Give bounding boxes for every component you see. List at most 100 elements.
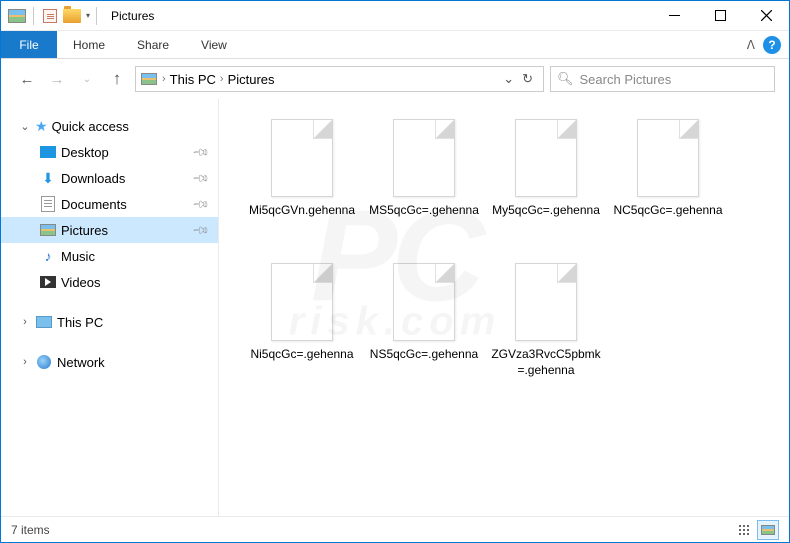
file-item[interactable]: Ni5qcGc=.gehenna: [241, 259, 363, 395]
window-title: Pictures: [101, 9, 154, 23]
file-thumb-icon: [515, 263, 577, 341]
file-name: My5qcGc=.gehenna: [487, 203, 605, 219]
view-toggles: [733, 520, 779, 540]
up-button[interactable]: ↑: [105, 67, 129, 91]
videos-icon: [39, 274, 57, 290]
sidebar-item-label: Desktop: [61, 145, 109, 160]
status-bar: 7 items: [1, 516, 789, 542]
address-dropdown-icon[interactable]: ⌄: [503, 71, 514, 87]
large-icons-view-button[interactable]: [757, 520, 779, 540]
sidebar-item-videos[interactable]: Videos: [1, 269, 218, 295]
close-button[interactable]: [743, 1, 789, 31]
sidebar-item-label: Pictures: [61, 223, 108, 238]
back-button[interactable]: ←: [15, 67, 39, 91]
navbar: ← → ⌄ ↑ › This PC › Pictures ⌄ ↻ 🔍︎ Sear…: [1, 59, 789, 99]
minimize-button[interactable]: [651, 1, 697, 31]
address-bar[interactable]: › This PC › Pictures ⌄ ↻: [135, 66, 544, 92]
file-item[interactable]: NS5qcGc=.gehenna: [363, 259, 485, 395]
tree-label: This PC: [57, 315, 103, 330]
network-node[interactable]: › Network: [1, 349, 218, 375]
breadcrumb-label: Pictures: [228, 72, 275, 87]
chevron-right-icon[interactable]: ›: [220, 73, 224, 85]
file-name: NC5qcGc=.gehenna: [609, 203, 727, 219]
pin-icon: 📌︎: [191, 220, 210, 239]
collapse-icon[interactable]: ⌄: [19, 120, 31, 133]
quick-access-toolbar: ▾: [1, 6, 101, 26]
expand-icon[interactable]: ›: [19, 316, 31, 328]
pc-icon: [35, 314, 53, 330]
titlebar: ▾ Pictures: [1, 1, 789, 31]
sidebar-item-documents[interactable]: Documents 📌︎: [1, 191, 218, 217]
file-item[interactable]: NC5qcGc=.gehenna: [607, 115, 729, 251]
properties-icon[interactable]: [40, 6, 60, 26]
sidebar-item-music[interactable]: ♪ Music: [1, 243, 218, 269]
file-name: ZGVza3RvcC5pbmk=.gehenna: [487, 347, 605, 378]
separator: [96, 7, 97, 25]
tab-home[interactable]: Home: [57, 31, 121, 58]
file-name: NS5qcGc=.gehenna: [365, 347, 483, 363]
music-icon: ♪: [39, 248, 57, 264]
window-controls: [651, 1, 789, 31]
this-pc-node[interactable]: › This PC: [1, 309, 218, 335]
details-view-button[interactable]: [733, 520, 755, 540]
app-icon: [7, 6, 27, 26]
pin-icon: 📌︎: [191, 168, 210, 187]
breadcrumb-item[interactable]: This PC: [170, 72, 216, 87]
nav-pane: ⌄ ★ Quick access Desktop📌︎⬇Downloads📌︎Do…: [1, 99, 219, 518]
tab-share[interactable]: Share: [121, 31, 185, 58]
item-count: 7 items: [11, 523, 50, 537]
ribbon: File Home Share View ᐱ ?: [1, 31, 789, 59]
file-thumb-icon: [637, 119, 699, 197]
sidebar-item-label: Music: [61, 249, 95, 264]
tab-view[interactable]: View: [185, 31, 243, 58]
sidebar-item-downloads[interactable]: ⬇ Downloads 📌︎: [1, 165, 218, 191]
breadcrumb-item[interactable]: Pictures: [228, 72, 275, 87]
separator: [33, 7, 34, 25]
file-pane[interactable]: Mi5qcGVn.gehennaMS5qcGc=.gehennaMy5qcGc=…: [219, 99, 789, 518]
quick-access-node[interactable]: ⌄ ★ Quick access: [1, 113, 218, 139]
tree-label: Network: [57, 355, 105, 370]
sidebar-item-label: Downloads: [61, 171, 125, 186]
chevron-right-icon[interactable]: ›: [162, 73, 166, 85]
search-placeholder: Search Pictures: [580, 72, 672, 87]
forward-button[interactable]: →: [45, 67, 69, 91]
maximize-button[interactable]: [697, 1, 743, 31]
content-area: ⌄ ★ Quick access Desktop📌︎⬇Downloads📌︎Do…: [1, 99, 789, 518]
pin-icon: 📌︎: [191, 142, 210, 161]
collapse-ribbon-icon[interactable]: ᐱ: [747, 38, 755, 52]
location-icon: [140, 71, 158, 87]
file-item[interactable]: ZGVza3RvcC5pbmk=.gehenna: [485, 259, 607, 395]
file-thumb-icon: [515, 119, 577, 197]
recent-dropdown-icon[interactable]: ⌄: [75, 67, 99, 91]
file-thumb-icon: [393, 119, 455, 197]
file-item[interactable]: MS5qcGc=.gehenna: [363, 115, 485, 251]
pictures-icon: [39, 222, 57, 238]
file-name: Ni5qcGc=.gehenna: [243, 347, 361, 363]
sidebar-item-pictures[interactable]: Pictures 📌︎: [1, 217, 218, 243]
expand-icon[interactable]: ›: [19, 356, 31, 368]
sidebar-item-label: Documents: [61, 197, 127, 212]
file-thumb-icon: [271, 119, 333, 197]
search-icon: 🔍︎: [557, 71, 574, 87]
file-name: MS5qcGc=.gehenna: [365, 203, 483, 219]
new-folder-icon[interactable]: [62, 6, 82, 26]
file-thumb-icon: [393, 263, 455, 341]
desktop-icon: [39, 144, 57, 160]
file-name: Mi5qcGVn.gehenna: [243, 203, 361, 219]
file-item[interactable]: My5qcGc=.gehenna: [485, 115, 607, 251]
downloads-icon: ⬇: [39, 170, 57, 186]
file-item[interactable]: Mi5qcGVn.gehenna: [241, 115, 363, 251]
star-icon: ★: [35, 118, 48, 135]
breadcrumb-label: This PC: [170, 72, 216, 87]
documents-icon: [39, 196, 57, 212]
sidebar-item-desktop[interactable]: Desktop 📌︎: [1, 139, 218, 165]
pin-icon: 📌︎: [191, 194, 210, 213]
qat-dropdown-icon[interactable]: ▾: [86, 11, 90, 20]
network-icon: [35, 354, 53, 370]
file-tab[interactable]: File: [1, 31, 57, 58]
search-input[interactable]: 🔍︎ Search Pictures: [550, 66, 775, 92]
help-icon[interactable]: ?: [763, 36, 781, 54]
sidebar-item-label: Videos: [61, 275, 101, 290]
tree-label: Quick access: [52, 119, 129, 134]
refresh-icon[interactable]: ↻: [522, 71, 533, 87]
